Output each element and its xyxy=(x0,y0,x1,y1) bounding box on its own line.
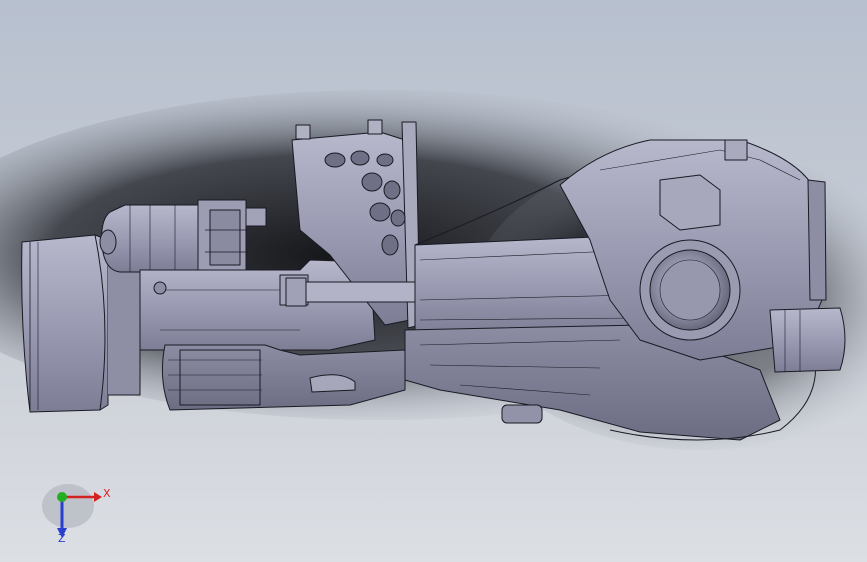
model-view[interactable] xyxy=(0,0,867,562)
actuator-cylinder[interactable] xyxy=(99,199,267,273)
side-boss[interactable] xyxy=(769,307,846,373)
pump-body[interactable] xyxy=(161,344,406,411)
z-axis-label: Z xyxy=(58,532,66,545)
x-axis-label: X xyxy=(103,487,111,500)
graphics-viewport[interactable]: X Z xyxy=(0,0,867,562)
triad-shadow xyxy=(42,484,94,528)
transfer-block[interactable] xyxy=(139,259,376,351)
x-axis-arrowhead xyxy=(94,492,102,502)
y-axis-point xyxy=(57,492,67,502)
